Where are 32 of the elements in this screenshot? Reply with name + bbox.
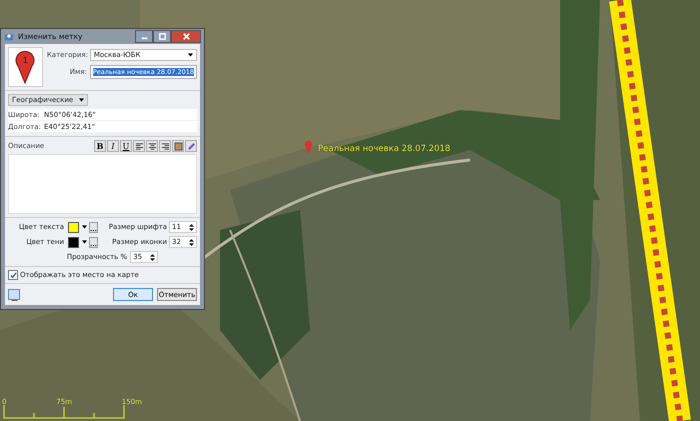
show-on-map-checkbox[interactable]	[8, 270, 18, 280]
format-button[interactable]: U	[120, 140, 132, 152]
color-picker[interactable]	[68, 236, 87, 248]
placemark-label: Реальная ночевка 28.07.2018	[318, 144, 450, 154]
minimize-button[interactable]	[135, 30, 153, 43]
close-button[interactable]	[171, 30, 201, 43]
ellipsis-icon	[90, 228, 97, 232]
caret-icon	[82, 225, 87, 229]
scale-bar-icon	[3, 405, 125, 419]
maximize-button[interactable]	[153, 30, 171, 43]
spin-arrows-icon	[189, 224, 194, 230]
caret-icon	[82, 240, 87, 244]
caret-icon	[188, 53, 193, 57]
close-icon	[182, 32, 190, 41]
spin-arrows-icon	[150, 254, 156, 260]
more-button[interactable]	[89, 222, 98, 232]
description-field[interactable]	[8, 154, 197, 214]
maximize-icon	[158, 32, 166, 41]
ellipsis-icon	[90, 244, 97, 246]
spin-arrows-icon	[189, 238, 194, 246]
link-icon[interactable]	[185, 140, 197, 152]
collapse-button[interactable]	[8, 289, 20, 300]
image-icon[interactable]	[172, 140, 184, 152]
align-right-icon[interactable]	[159, 140, 171, 152]
caret-icon	[79, 98, 84, 102]
format-button[interactable]: B	[94, 140, 106, 152]
color-picker[interactable]	[68, 222, 87, 232]
align-center-icon[interactable]	[146, 140, 158, 152]
more-button[interactable]	[89, 236, 98, 248]
align-left-icon[interactable]	[133, 140, 145, 152]
icon-number: 1	[22, 55, 29, 65]
format-button[interactable]: I	[107, 140, 119, 152]
